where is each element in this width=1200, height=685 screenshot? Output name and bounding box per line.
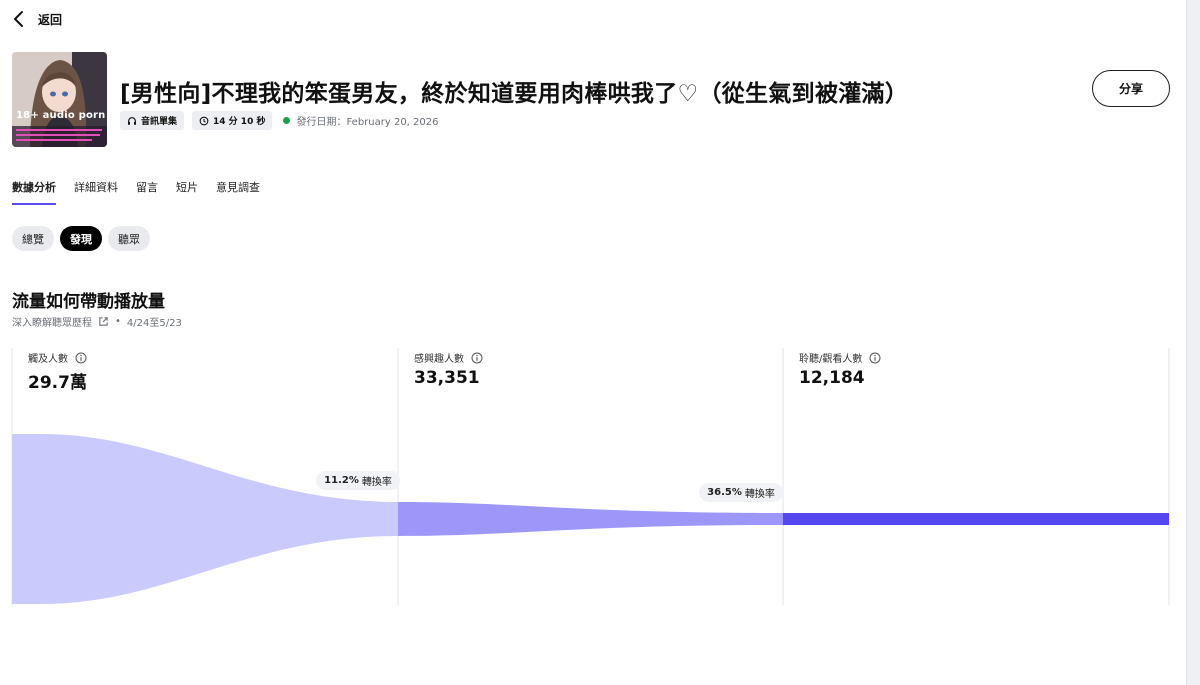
tab-clips[interactable]: 短片 [176, 179, 198, 205]
back-button[interactable]: 返回 [12, 10, 62, 28]
view-filter-pills: 總覽 發現 聽眾 [12, 226, 150, 251]
external-link-icon[interactable] [98, 316, 109, 327]
separator-dot: • [115, 316, 121, 327]
pill-discovery[interactable]: 發現 [60, 226, 102, 251]
chevron-left-icon [14, 11, 23, 27]
episode-type-label: 音訊單集 [141, 117, 178, 127]
tab-polls[interactable]: 意見調查 [216, 179, 260, 205]
conversion-rate-value: 11.2% [324, 475, 359, 486]
duration-label: 14 分 10 秒 [213, 117, 266, 127]
pill-audience[interactable]: 聽眾 [108, 226, 150, 251]
back-label: 返回 [38, 12, 63, 27]
conversion-rate-badge: 36.5% 轉換率 [699, 483, 783, 502]
clock-icon [199, 116, 209, 125]
scrollbar[interactable] [1186, 0, 1200, 685]
release-date-text: 發行日期：February 20, 2026 [296, 117, 439, 128]
funnel-stage-interested [398, 502, 783, 536]
cover-artwork [12, 52, 107, 147]
date-range: 4/24至5/23 [126, 318, 182, 329]
funnel-chart [11, 348, 1170, 605]
pill-overview[interactable]: 總覽 [12, 226, 54, 251]
tab-comments[interactable]: 留言 [136, 179, 158, 205]
release-date: 發行日期：February 20, 2026 [283, 113, 439, 128]
conversion-rate-label: 轉換率 [744, 489, 775, 500]
episode-cover-image: 18+ audio porn [12, 52, 107, 147]
headphones-icon [128, 116, 136, 125]
published-status-dot [283, 117, 291, 124]
section-subtitle: 深入瞭解聽眾歷程 • 4/24至5/23 [12, 314, 182, 329]
tab-analytics[interactable]: 數據分析 [12, 179, 56, 205]
journey-link[interactable]: 深入瞭解聽眾歷程 [12, 314, 92, 329]
section-title: 流量如何帶動播放量 [12, 292, 165, 312]
funnel-stage-listeners [783, 513, 1169, 525]
conversion-rate-label: 轉換率 [361, 477, 392, 488]
episode-title: [男性向]不理我的笨蛋男友，終於知道要用肉棒哄我了♡（從生氣到被灌滿） [120, 81, 909, 107]
tab-bar: 數據分析 詳細資料 留言 短片 意見調查 [12, 179, 260, 205]
conversion-rate-value: 36.5% [707, 487, 742, 498]
cover-tag: 18+ audio porn [16, 110, 106, 121]
conversion-rate-badge: 11.2% 轉換率 [316, 471, 400, 490]
episode-type-chip: 音訊單集 [120, 111, 185, 130]
share-button[interactable]: 分享 [1092, 70, 1170, 107]
episode-meta: 音訊單集 14 分 10 秒 發行日期：February 20, 2026 [120, 111, 439, 130]
tab-details[interactable]: 詳細資料 [74, 179, 118, 205]
funnel-stage-reach [12, 434, 398, 604]
duration-chip: 14 分 10 秒 [192, 111, 273, 130]
